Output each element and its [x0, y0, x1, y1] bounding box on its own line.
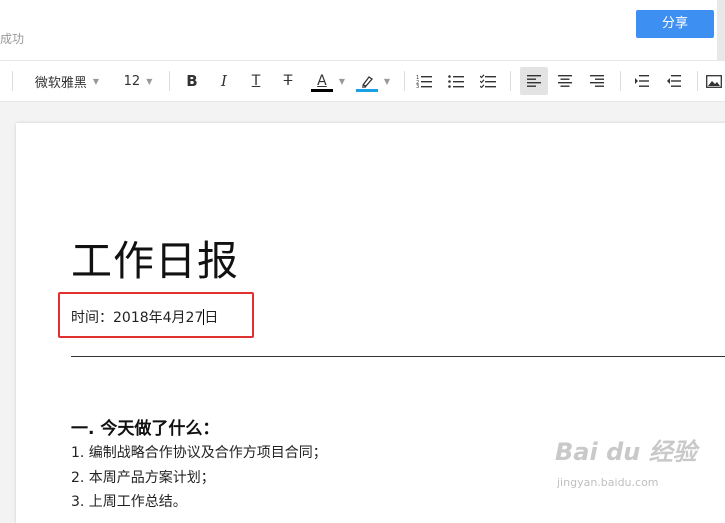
strikethrough-button[interactable]: T [276, 61, 300, 101]
indent-increase-icon [635, 75, 649, 87]
font-color-button[interactable]: A ▼ [308, 61, 348, 101]
insert-image-button[interactable] [706, 61, 725, 101]
chevron-down-icon: ▼ [146, 76, 153, 86]
checklist-button[interactable] [476, 61, 500, 101]
font-family-value: 微软雅黑 [34, 75, 87, 91]
align-right-button[interactable] [585, 61, 609, 101]
chevron-down-icon: ▼ [92, 76, 100, 86]
underline-button[interactable]: T [244, 61, 268, 101]
save-status: 成功 [0, 32, 25, 46]
font-size-value: 12 [123, 73, 141, 89]
font-color-swatch [310, 89, 333, 92]
toolbar-divider [620, 71, 621, 91]
document-title[interactable]: 工作日报 [71, 227, 239, 287]
topbar-edge [717, 0, 725, 60]
watermark: Bai du 经验 jingyan.baidu.com [555, 432, 705, 492]
section-heading[interactable]: 一. 今天做了什么： [71, 414, 219, 439]
top-bar: 成功 分享 [0, 0, 725, 61]
indent-decrease-icon [667, 75, 681, 87]
font-family-select[interactable]: 微软雅黑 ▼ [22, 61, 112, 101]
list-item[interactable]: 1. 编制战略合作协议及合作方项目合同； [71, 442, 327, 462]
chevron-down-icon: ▼ [383, 76, 391, 86]
bullet-list-button[interactable] [444, 61, 468, 101]
italic-button[interactable]: I [212, 61, 236, 101]
share-button[interactable]: 分享 [636, 10, 714, 38]
toolbar-divider [12, 71, 13, 91]
toolbar-divider [169, 71, 170, 91]
align-left-button[interactable] [520, 67, 548, 95]
bold-button[interactable]: B [180, 61, 204, 101]
indent-decrease-button[interactable] [662, 61, 686, 101]
highlighter-icon [361, 76, 373, 88]
indent-increase-button[interactable] [630, 61, 654, 101]
align-right-icon [590, 75, 604, 87]
checklist-icon [480, 74, 496, 88]
watermark-url: jingyan.baidu.com [557, 476, 659, 489]
toolbar-divider [697, 71, 698, 91]
bullet-list-icon [448, 75, 464, 88]
ordered-list-button[interactable]: 1 2 3 [412, 61, 436, 101]
time-text: 时间：2018年4月27 [71, 310, 204, 326]
watermark-logo: Bai du 经验 [555, 438, 697, 466]
toolbar-divider [510, 71, 511, 91]
toolbar-divider [404, 71, 405, 91]
highlight-color-button[interactable]: ▼ [353, 61, 393, 101]
horizontal-rule [71, 356, 725, 357]
formatting-toolbar: 微软雅黑 ▼ 12 ▼ B I T T A ▼ ▼ 1 2 3 [0, 61, 725, 102]
ordered-list-icon: 1 2 3 [416, 75, 432, 88]
list-item[interactable]: 2. 本周产品方案计划； [71, 467, 215, 487]
svg-text:3: 3 [416, 84, 419, 88]
align-center-button[interactable] [553, 61, 577, 101]
list-item[interactable]: 3. 上周工作总结。 [71, 491, 187, 511]
align-left-icon [527, 75, 541, 87]
chevron-down-icon: ▼ [338, 76, 346, 86]
align-center-icon [558, 75, 572, 87]
highlight-color-swatch [355, 89, 378, 92]
time-text-end: 日 [204, 310, 219, 326]
time-line[interactable]: 时间：2018年4月27日 [71, 307, 218, 327]
font-color-glyph: A [317, 73, 327, 89]
font-size-select[interactable]: 12 ▼ [118, 61, 158, 101]
image-icon [706, 74, 722, 88]
